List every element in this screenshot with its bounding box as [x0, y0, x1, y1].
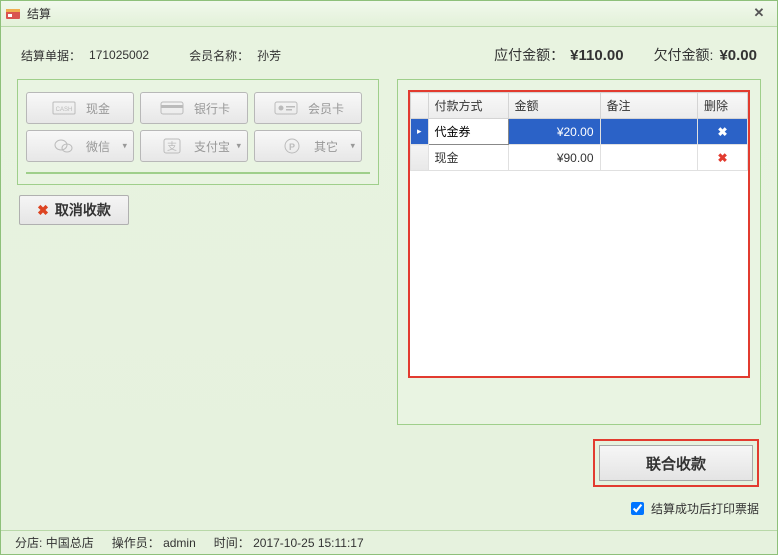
- cell-amount: ¥90.00: [508, 145, 600, 171]
- svg-text:CASH: CASH: [56, 107, 73, 113]
- row-delete-button[interactable]: ✖: [698, 119, 748, 145]
- print-receipt-label: 结算成功后打印票据: [651, 500, 759, 517]
- pay-other-label: 其它: [314, 138, 338, 155]
- cell-remark: [600, 119, 697, 145]
- pay-alipay-label: 支付宝: [194, 138, 230, 155]
- settlement-window: 结算 ✕ 结算单据： 171025002 会员名称： 孙芳 应付金额： ¥110…: [0, 0, 778, 555]
- table-row[interactable]: ▸ 代金券 ¥20.00 ✖: [411, 119, 748, 145]
- cell-method: 现金: [428, 145, 508, 171]
- pay-alipay-button[interactable]: 支 支付宝 ▾: [140, 130, 248, 162]
- titlebar: 结算 ✕: [1, 1, 777, 27]
- pay-wechat-button[interactable]: 微信 ▾: [26, 130, 134, 162]
- cancel-payment-button[interactable]: ✖ 取消收款: [19, 195, 129, 225]
- bankcard-icon: [158, 98, 186, 118]
- svg-text:P: P: [289, 142, 295, 152]
- order-value: 171025002: [89, 48, 149, 62]
- pay-cash-label: 现金: [86, 100, 110, 117]
- pay-other-button[interactable]: P 其它 ▾: [254, 130, 362, 162]
- chevron-down-icon: ▾: [122, 141, 127, 152]
- col-amount: 金额: [508, 93, 600, 119]
- app-icon: [5, 6, 21, 22]
- right-panel: 付款方式 金额 备注 删除 ▸ 代金券 ¥20.00: [397, 79, 761, 425]
- left-panel: CASH 现金 银行卡 会员卡 微信: [17, 79, 379, 185]
- order-label: 结算单据：: [21, 47, 81, 64]
- cancel-label: 取消收款: [55, 200, 111, 220]
- action-row: 联合收款: [397, 425, 761, 487]
- close-button[interactable]: ✕: [745, 5, 773, 23]
- row-delete-button[interactable]: ✖: [698, 145, 748, 171]
- pay-bank-button[interactable]: 银行卡: [140, 92, 248, 124]
- col-delete: 删除: [698, 93, 748, 119]
- left-list-area: [26, 172, 370, 174]
- wechat-icon: [50, 136, 78, 156]
- header-row: 结算单据： 171025002 会员名称： 孙芳 应付金额： ¥110.00 欠…: [1, 27, 777, 79]
- combine-label: 联合收款: [646, 453, 706, 474]
- combine-payment-button[interactable]: 联合收款: [599, 445, 753, 481]
- pay-member-button[interactable]: 会员卡: [254, 92, 362, 124]
- cell-method: 代金券: [428, 119, 508, 145]
- owed-label: 欠付金额:: [654, 45, 714, 65]
- member-value: 孙芳: [257, 47, 281, 64]
- table-row[interactable]: 现金 ¥90.00 ✖: [411, 145, 748, 171]
- status-branch: 分店: 中国总店: [15, 534, 94, 551]
- svg-text:支: 支: [167, 141, 177, 153]
- combine-highlight: 联合收款: [593, 439, 759, 487]
- col-method: 付款方式: [428, 93, 508, 119]
- window-title: 结算: [27, 5, 51, 22]
- pay-buttons: CASH 现金 银行卡 会员卡 微信: [26, 88, 370, 170]
- other-pay-icon: P: [278, 136, 306, 156]
- pay-member-label: 会员卡: [308, 100, 344, 117]
- pay-bank-label: 银行卡: [194, 100, 230, 117]
- left-column: CASH 现金 银行卡 会员卡 微信: [17, 79, 379, 518]
- cash-icon: CASH: [50, 98, 78, 118]
- due-value: ¥110.00: [570, 47, 623, 64]
- row-indicator-icon: [411, 145, 429, 171]
- pay-wechat-label: 微信: [86, 138, 110, 155]
- cell-amount: ¥20.00: [508, 119, 600, 145]
- content: 结算单据： 171025002 会员名称： 孙芳 应付金额： ¥110.00 欠…: [1, 27, 777, 530]
- grid-rowhead: [411, 93, 429, 119]
- alipay-icon: 支: [158, 136, 186, 156]
- chevron-down-icon: ▾: [236, 141, 241, 152]
- payments-grid: 付款方式 金额 备注 删除 ▸ 代金券 ¥20.00: [410, 92, 748, 171]
- row-indicator-icon: ▸: [411, 119, 429, 145]
- col-remark: 备注: [600, 93, 697, 119]
- cell-remark: [600, 145, 697, 171]
- pay-cash-button[interactable]: CASH 现金: [26, 92, 134, 124]
- statusbar: 分店: 中国总店 操作员： admin 时间： 2017-10-25 15:11…: [1, 530, 777, 554]
- close-icon: ✖: [37, 202, 49, 219]
- print-row: 结算成功后打印票据: [397, 487, 761, 518]
- member-label: 会员名称：: [189, 47, 249, 64]
- right-column: 付款方式 金额 备注 删除 ▸ 代金券 ¥20.00: [397, 79, 761, 518]
- print-receipt-checkbox[interactable]: [631, 502, 644, 515]
- owed-value: ¥0.00: [719, 47, 757, 64]
- chevron-down-icon: ▾: [350, 141, 355, 152]
- status-operator: 操作员： admin: [112, 534, 196, 551]
- membercard-icon: [272, 98, 300, 118]
- due-label: 应付金额：: [494, 45, 564, 65]
- payments-grid-wrap: 付款方式 金额 备注 删除 ▸ 代金券 ¥20.00: [408, 90, 750, 378]
- main-row: CASH 现金 银行卡 会员卡 微信: [1, 79, 777, 530]
- status-time: 时间： 2017-10-25 15:11:17: [214, 534, 364, 551]
